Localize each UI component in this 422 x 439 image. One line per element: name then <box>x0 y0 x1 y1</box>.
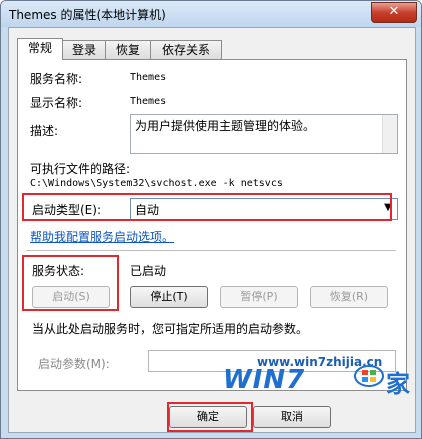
watermark-brand: WIN7 <box>223 365 306 395</box>
close-icon: ✕ <box>388 4 400 19</box>
description-text: 为用户提供使用主题管理的体验。 <box>135 119 316 133</box>
dialog-body: 常规 登录 恢复 依存关系 服务名称: Themes 显示名称: Themes … <box>8 27 416 433</box>
service-status-value: 已启动 <box>130 264 167 278</box>
tab-general[interactable]: 常规 <box>17 38 63 60</box>
tab-logon[interactable]: 登录 <box>62 40 106 59</box>
start-params-label: 启动参数(M): <box>38 357 110 371</box>
title-bar: Themes 的属性(本地计算机) ✕ <box>1 1 421 27</box>
cancel-button[interactable]: 取消 <box>253 406 331 428</box>
stop-button[interactable]: 停止(T) <box>130 286 208 308</box>
description-label: 描述: <box>30 124 59 138</box>
path-label: 可执行文件的路径: <box>30 162 131 176</box>
general-panel: 服务名称: Themes 显示名称: Themes 描述: 为用户提供使用主题管… <box>17 59 407 391</box>
watermark-suffix: 家 <box>386 370 410 398</box>
description-scrollbar[interactable] <box>382 115 397 153</box>
service-name-value: Themes <box>130 72 167 83</box>
pause-button[interactable]: 暂停(P) <box>220 286 298 308</box>
tab-dependencies[interactable]: 依存关系 <box>150 40 222 59</box>
start-params-hint: 当从此处启动服务时，您可指定所适用的启动参数。 <box>32 322 309 336</box>
watermark: www.win7zhijia.cn WIN7 家 <box>221 353 415 398</box>
tab-recovery[interactable]: 恢复 <box>105 40 151 59</box>
separator <box>26 250 396 251</box>
display-name-value: Themes <box>130 96 167 107</box>
highlight-ok-button <box>167 402 253 432</box>
highlight-service-status <box>22 255 119 311</box>
highlight-startup-type <box>22 193 392 221</box>
description-box[interactable]: 为用户提供使用主题管理的体验。 <box>130 114 398 154</box>
help-link[interactable]: 帮助我配置服务启动选项。 <box>30 228 174 245</box>
window-title: Themes 的属性(本地计算机) <box>9 8 166 22</box>
display-name-label: 显示名称: <box>30 96 83 110</box>
properties-window: Themes 的属性(本地计算机) ✕ 常规 登录 恢复 依存关系 服务名称: … <box>0 0 422 439</box>
windows-logo-icon <box>354 365 384 387</box>
close-button[interactable]: ✕ <box>371 2 417 23</box>
resume-button[interactable]: 恢复(R) <box>310 286 388 308</box>
path-value: C:\Windows\System32\svchost.exe -k netsv… <box>30 178 283 189</box>
service-name-label: 服务名称: <box>30 72 83 86</box>
